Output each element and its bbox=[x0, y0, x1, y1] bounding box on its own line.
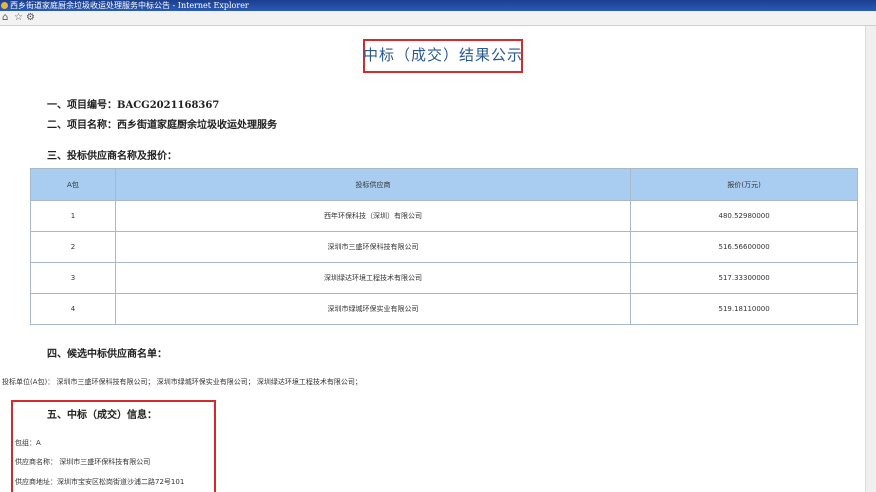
project-number: 一、项目编号：BACG2021168367 bbox=[47, 100, 220, 111]
row-price: 516.56600000 bbox=[630, 231, 858, 263]
candidates-text: 投标单位(A包)： 深圳市三盛环保科技有限公司； 深圳市绿城环保实业有限公司； … bbox=[2, 378, 362, 386]
gear-icon[interactable]: ⚙ bbox=[26, 12, 35, 24]
table-row: 4 深圳市绿城环保实业有限公司 519.18110000 bbox=[30, 293, 858, 325]
row-index: 4 bbox=[30, 293, 116, 325]
table-row: 3 深圳绿达环境工程技术有限公司 517.33300000 bbox=[30, 262, 858, 294]
window-titlebar: 西乡街道家庭厨余垃圾收运处理服务中标公告 - Internet Explorer bbox=[0, 0, 876, 11]
table-row: 2 深圳市三盛环保科技有限公司 516.56600000 bbox=[30, 231, 858, 263]
row-price: 517.33300000 bbox=[630, 262, 858, 294]
header-price: 报价(万元) bbox=[630, 168, 858, 201]
header-supplier: 投标供应商 bbox=[114, 168, 632, 201]
row-supplier: 深圳市绿城环保实业有限公司 bbox=[114, 293, 632, 325]
header-package: A包 bbox=[30, 168, 116, 201]
award-address: 供应商地址：深圳市宝安区松岗街道沙浦二路72号101 bbox=[15, 478, 185, 486]
row-price: 519.18110000 bbox=[630, 293, 858, 325]
award-heading: 五、中标（成交）信息： bbox=[47, 410, 157, 421]
vertical-scrollbar[interactable] bbox=[865, 26, 876, 492]
project-name: 二、项目名称：西乡街道家庭厨余垃圾收运处理服务 bbox=[47, 120, 277, 131]
row-index: 2 bbox=[30, 231, 116, 263]
ie-icon bbox=[1, 2, 8, 9]
row-supplier: 西年环保科技（深圳）有限公司 bbox=[114, 200, 632, 232]
table-header-row: A包 投标供应商 报价(万元) bbox=[30, 168, 858, 201]
candidates-heading: 四、候选中标供应商名单： bbox=[47, 349, 167, 360]
award-supplier: 供应商名称： 深圳市三盛环保科技有限公司 bbox=[15, 458, 151, 466]
bidders-heading: 三、投标供应商名称及报价： bbox=[47, 151, 177, 162]
row-supplier: 深圳市三盛环保科技有限公司 bbox=[114, 231, 632, 263]
window-title: 西乡街道家庭厨余垃圾收运处理服务中标公告 - Internet Explorer bbox=[10, 1, 249, 10]
table-row: 1 西年环保科技（深圳）有限公司 480.52980000 bbox=[30, 200, 858, 232]
row-supplier: 深圳绿达环境工程技术有限公司 bbox=[114, 262, 632, 294]
page-title: 中标（成交）结果公示 bbox=[363, 46, 524, 64]
bids-table: A包 投标供应商 报价(万元) 1 西年环保科技（深圳）有限公司 480.529… bbox=[30, 168, 858, 325]
star-icon[interactable]: ☆ bbox=[14, 12, 23, 24]
row-price: 480.52980000 bbox=[630, 200, 858, 232]
browser-toolbar: ⌂ ☆ ⚙ bbox=[0, 11, 876, 26]
row-index: 1 bbox=[30, 200, 116, 232]
page-content: 中标（成交）结果公示 一、项目编号：BACG2021168367 二、项目名称：… bbox=[0, 26, 866, 492]
home-icon[interactable]: ⌂ bbox=[2, 12, 8, 24]
award-package: 包组：A bbox=[15, 439, 41, 447]
row-index: 3 bbox=[30, 262, 116, 294]
